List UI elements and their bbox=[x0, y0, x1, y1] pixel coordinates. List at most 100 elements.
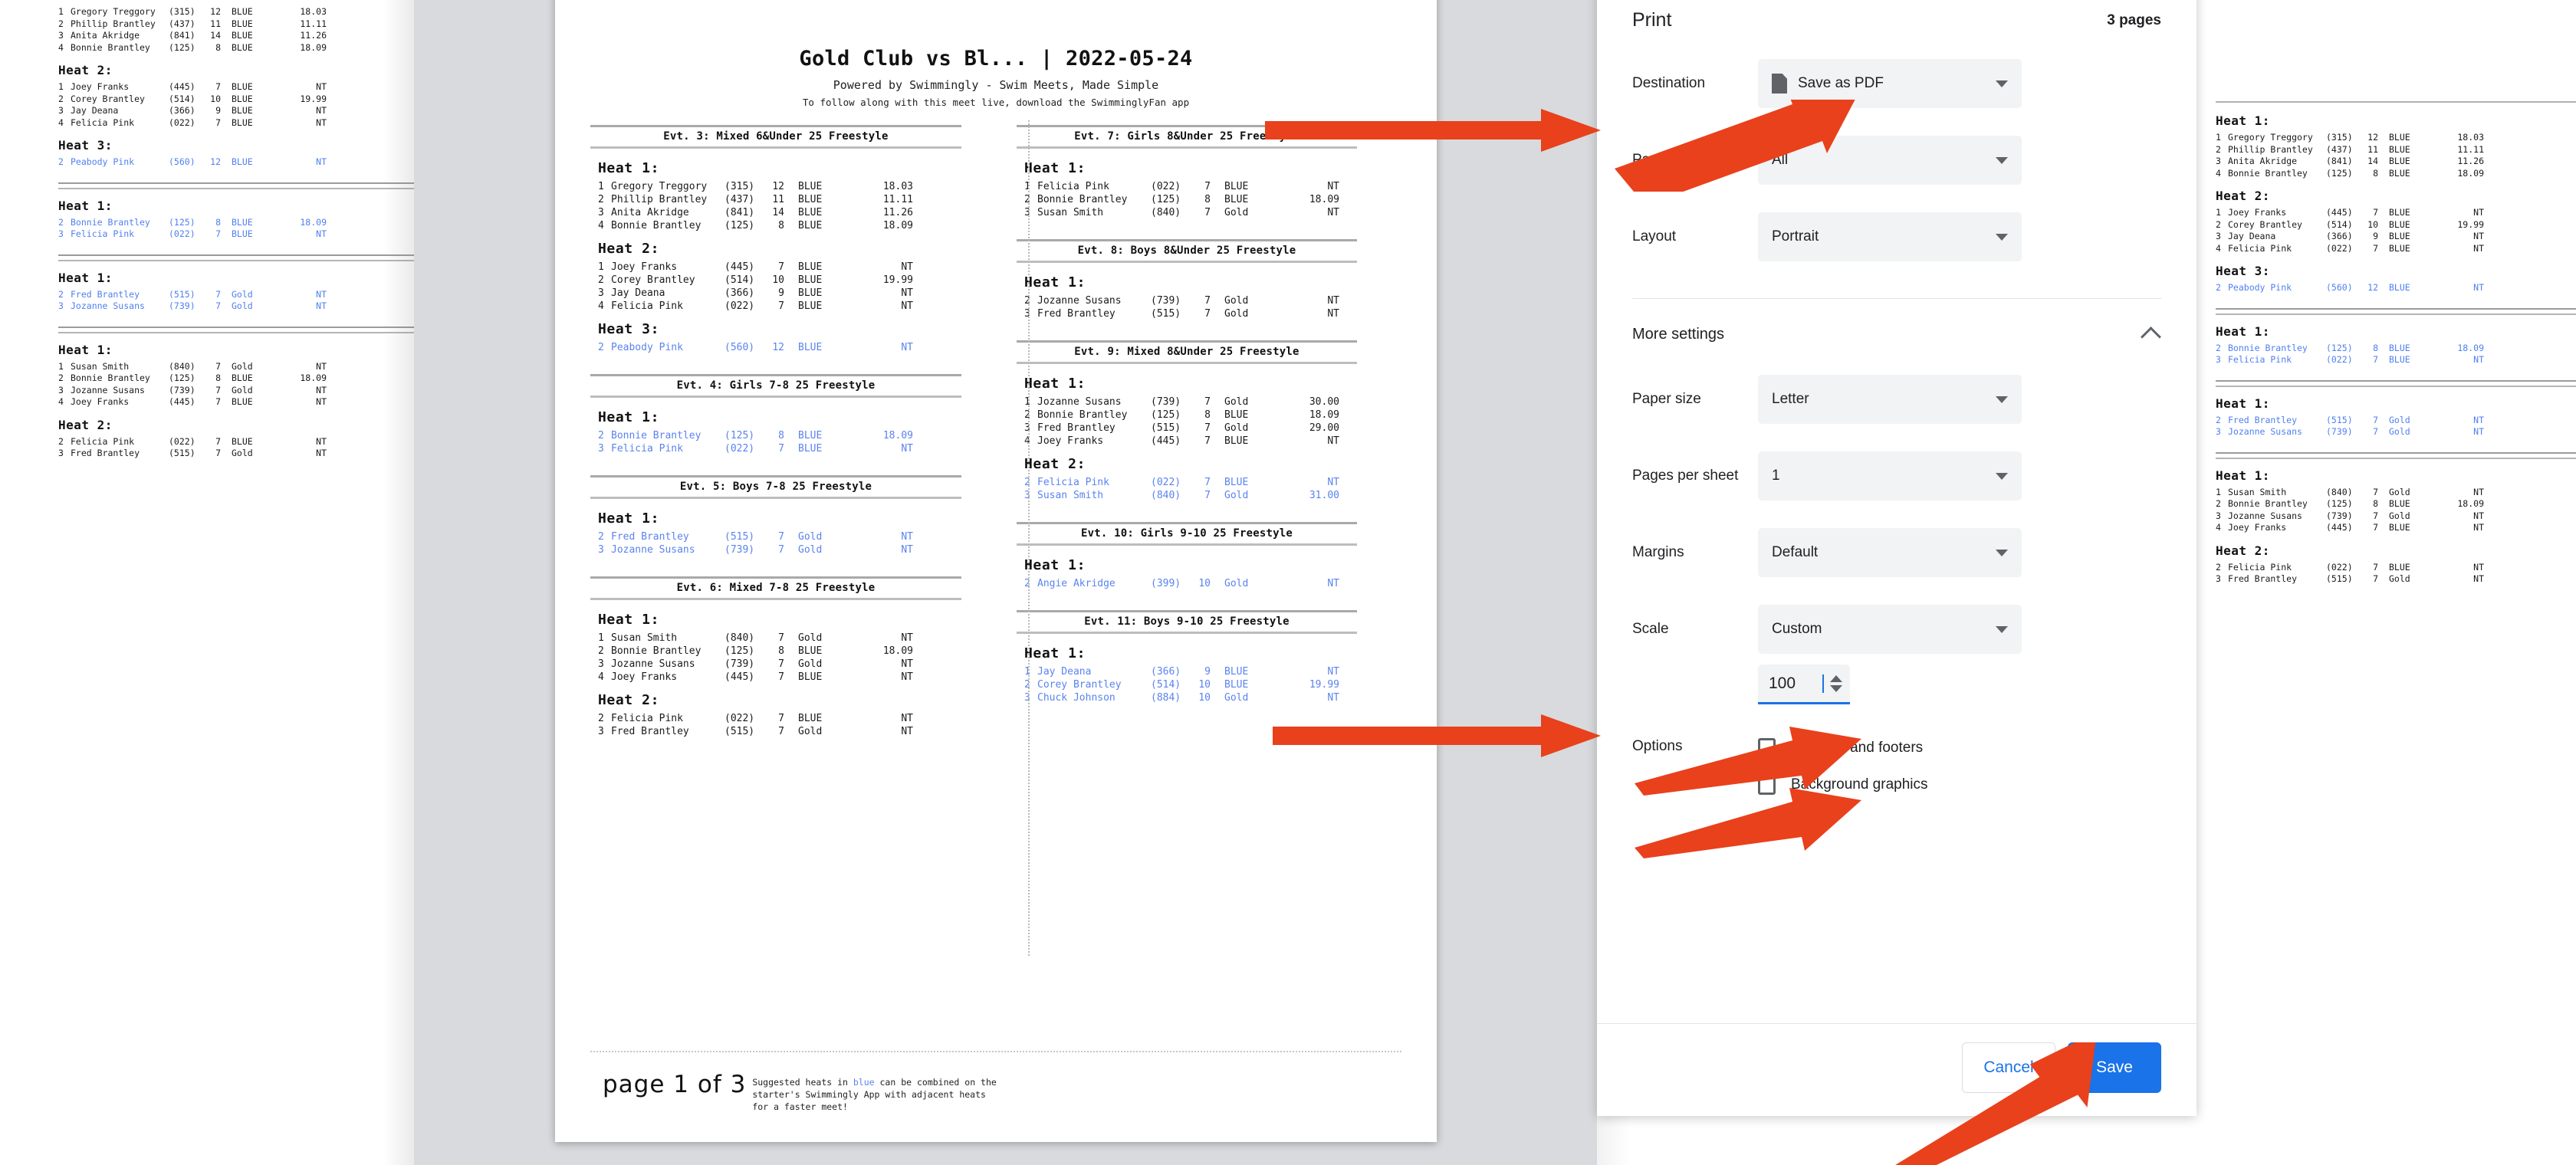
entry-team: BLUE bbox=[232, 18, 253, 29]
heat-entry-row: 3 Anita Akridge (841) 14 BLUE 11.26 bbox=[598, 206, 957, 219]
entry-num: (445) bbox=[169, 81, 196, 92]
entry-age: 14 bbox=[2367, 156, 2378, 166]
scale-custom-input[interactable]: 100 bbox=[1758, 665, 1850, 704]
save-button[interactable]: Save bbox=[2068, 1042, 2161, 1093]
entry-name: Felicia Pink bbox=[71, 228, 135, 239]
heat-entry-row: 1 Joey Franks (445) 7 BLUE NT bbox=[2216, 207, 2576, 219]
entry-num: (515) bbox=[169, 448, 196, 458]
entry-num: (514) bbox=[1151, 679, 1181, 691]
entry-lane: 2 bbox=[58, 93, 64, 104]
heat-entry-row: 3 Fred Brantley (515) 7 Gold NT bbox=[58, 448, 419, 460]
entry-time: NT bbox=[1327, 181, 1339, 192]
more-settings-toggle[interactable]: More settings bbox=[1632, 299, 2161, 347]
entry-team: BLUE bbox=[1224, 477, 1249, 488]
entry-name: Felicia Pink bbox=[611, 443, 683, 455]
margins-select[interactable]: Default bbox=[1758, 528, 2022, 577]
entry-name: Susan Smith bbox=[1037, 207, 1104, 218]
entry-lane: 3 bbox=[1024, 207, 1030, 218]
arrow-down-icon[interactable] bbox=[1830, 684, 1842, 692]
entry-team: Gold bbox=[798, 632, 823, 644]
entry-age: 7 bbox=[778, 726, 784, 737]
entry-num: (022) bbox=[169, 228, 196, 239]
entry-team: BLUE bbox=[1224, 181, 1249, 192]
entry-name: Felicia Pink bbox=[71, 116, 135, 128]
entry-time: NT bbox=[901, 287, 913, 299]
destination-select[interactable]: Save as PDF bbox=[1758, 59, 2022, 108]
heat-label: Heat 1: bbox=[598, 612, 660, 628]
footer-note-line2: starter's Swimmingly App with adjacent h… bbox=[752, 1089, 986, 1100]
entry-time: 18.09 bbox=[300, 216, 327, 228]
entry-name: Jozanne Susans bbox=[71, 384, 145, 395]
entry-time: 11.26 bbox=[300, 30, 327, 41]
scale-select[interactable]: Custom bbox=[1758, 605, 2022, 654]
entry-name: Phillip Brantley bbox=[611, 194, 708, 205]
checkbox-headers-and-footers[interactable]: Headers and footers bbox=[1758, 738, 1928, 758]
entry-time: 18.09 bbox=[2457, 167, 2484, 179]
entry-lane: 1 bbox=[1024, 396, 1030, 408]
heat-entry-row: 2 Peabody Pink (560) 12 BLUE NT bbox=[2216, 282, 2576, 294]
paper-size-select[interactable]: Letter bbox=[1758, 375, 2022, 424]
heat-entry-row: 4 Felicia Pink (022) 7 BLUE NT bbox=[598, 300, 957, 313]
heat-label: Heat 1: bbox=[58, 270, 113, 285]
spinner-arrows[interactable] bbox=[1830, 674, 1842, 692]
entry-time: NT bbox=[2473, 510, 2484, 521]
event-header: Evt. 7: Girls 8&Under 25 Freestyle bbox=[1017, 125, 1357, 149]
entry-age: 7 bbox=[1204, 295, 1211, 307]
destination-label: Destination bbox=[1632, 75, 1706, 91]
entry-team: BLUE bbox=[798, 443, 823, 455]
entry-num: (315) bbox=[2326, 132, 2353, 143]
entry-team: BLUE bbox=[232, 93, 253, 104]
entry-name: Felicia Pink bbox=[611, 300, 683, 312]
entry-time: NT bbox=[1327, 578, 1339, 589]
entry-num: (125) bbox=[169, 41, 196, 53]
entry-team: BLUE bbox=[232, 41, 253, 53]
entry-lane: 4 bbox=[58, 116, 64, 128]
checkbox-background-graphics[interactable]: Background graphics bbox=[1758, 775, 1928, 795]
entry-num: (445) bbox=[1151, 435, 1181, 447]
entry-lane: 3 bbox=[598, 544, 604, 556]
entry-lane: 3 bbox=[598, 726, 604, 737]
entry-lane: 3 bbox=[2216, 156, 2221, 166]
entry-name: Bonnie Brantley bbox=[611, 220, 702, 231]
entry-time: NT bbox=[901, 726, 913, 737]
entry-time: NT bbox=[316, 384, 327, 395]
entry-age: 7 bbox=[778, 658, 784, 670]
arrow-up-icon[interactable] bbox=[1830, 674, 1842, 682]
entry-name: Gregory Treggory bbox=[71, 6, 156, 17]
entry-time: NT bbox=[2473, 242, 2484, 254]
heat-label: Heat 1: bbox=[2216, 323, 2270, 339]
entry-name: Felicia Pink bbox=[611, 713, 683, 724]
entry-team: BLUE bbox=[232, 81, 253, 92]
checkbox-icon[interactable] bbox=[1758, 738, 1776, 758]
entry-team: BLUE bbox=[798, 713, 823, 724]
heat-label: Heat 1: bbox=[2216, 395, 2270, 411]
entry-time: NT bbox=[2473, 282, 2484, 293]
entry-name: Gregory Treggory bbox=[2228, 132, 2313, 143]
entry-lane: 2 bbox=[58, 372, 64, 383]
scale-custom-value: 100 bbox=[1769, 674, 1824, 693]
entry-num: (445) bbox=[2326, 207, 2353, 218]
pages-select[interactable]: All bbox=[1758, 136, 2022, 185]
checkbox-icon[interactable] bbox=[1758, 775, 1776, 795]
entry-lane: 1 bbox=[58, 360, 64, 372]
entry-num: (739) bbox=[724, 544, 755, 556]
entry-lane: 3 bbox=[2216, 231, 2221, 241]
layout-select[interactable]: Portrait bbox=[1758, 212, 2022, 261]
event-columns: Evt. 3: Mixed 6&Under 25 Freestyle Heat 1… bbox=[590, 120, 1401, 956]
print-preview-page[interactable]: Gold Club vs Bl... | 2022-05-24 Powered … bbox=[555, 0, 1437, 1142]
entry-age: 7 bbox=[2373, 522, 2378, 533]
entry-time: 11.26 bbox=[882, 207, 913, 218]
event-body: Heat 1: 1 Felicia Pink (022) 7 BLUE NT 2 Bonnie … bbox=[1017, 149, 1357, 225]
entry-name: Peabody Pink bbox=[71, 156, 135, 167]
entry-lane: 1 bbox=[58, 6, 64, 17]
entry-age: 10 bbox=[1198, 578, 1211, 589]
entry-team: Gold bbox=[1224, 207, 1249, 218]
entry-team: Gold bbox=[2389, 426, 2410, 437]
cancel-button[interactable]: Cancel bbox=[1962, 1042, 2055, 1093]
entry-time: NT bbox=[901, 713, 913, 724]
entry-name: Joey Franks bbox=[1037, 435, 1104, 447]
entry-team: BLUE bbox=[2389, 242, 2410, 254]
heat-entry-row: 1 Jozanne Susans (739) 7 Gold 30.00 bbox=[1024, 395, 1352, 409]
pages-per-sheet-select[interactable]: 1 bbox=[1758, 451, 2022, 500]
entry-time: NT bbox=[1327, 308, 1339, 320]
